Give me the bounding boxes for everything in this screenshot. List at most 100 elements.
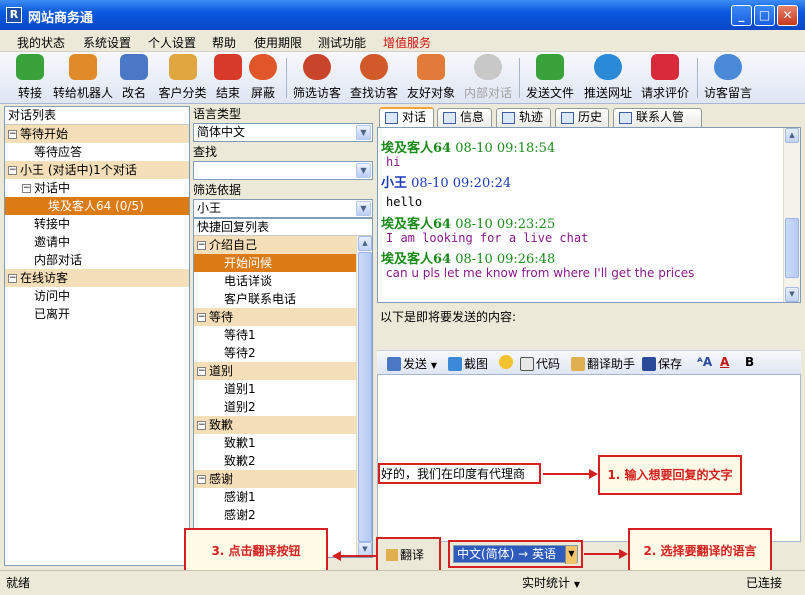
tab-track[interactable]: 轨迹 xyxy=(496,108,551,127)
block-button[interactable]: 屏蔽 xyxy=(247,54,279,102)
tree-subgroup[interactable]: − 对话中 xyxy=(5,179,189,197)
end-button[interactable]: 结束 xyxy=(212,54,244,102)
scroll-up-icon[interactable]: ▲ xyxy=(358,236,372,251)
menu-help[interactable]: 帮助 xyxy=(212,34,236,51)
friend-button[interactable]: 友好对象 xyxy=(405,54,457,102)
chevron-down-icon[interactable]: ▼ xyxy=(356,201,371,216)
tree-item-selected-visitor[interactable]: 埃及客人64 (0/5) xyxy=(5,197,189,215)
message-header: 埃及客人64 08-10 09:26:48 xyxy=(381,248,555,267)
quick-item[interactable]: 客户联系电话 xyxy=(194,290,372,308)
quick-group[interactable]: − 致歉 xyxy=(194,416,372,434)
translate-button[interactable]: 翻译 xyxy=(376,537,441,573)
tab-contacts[interactable]: 联系人管理 xyxy=(613,108,702,141)
quick-item[interactable]: 致歉2 xyxy=(194,452,372,470)
collapse-icon[interactable]: − xyxy=(8,166,17,175)
translate-language-select[interactable]: 中文(简体) → 英语 ▼ xyxy=(448,540,583,568)
quick-item[interactable]: 感谢2 xyxy=(194,506,372,524)
tab-chat[interactable]: 对话 xyxy=(379,107,434,128)
collapse-icon[interactable]: − xyxy=(197,421,206,430)
quick-item[interactable]: 道别1 xyxy=(194,380,372,398)
collapse-icon[interactable]: − xyxy=(197,241,206,250)
chevron-down-icon[interactable]: ▼ xyxy=(431,361,437,370)
collapse-icon[interactable]: − xyxy=(197,313,206,322)
maximize-button[interactable]: □ xyxy=(754,5,775,26)
sender-name: 埃及客人64 xyxy=(381,141,452,156)
chevron-down-icon[interactable]: ▼ xyxy=(565,546,577,564)
menu-expiry[interactable]: 使用期限 xyxy=(254,34,302,51)
quick-group[interactable]: − 等待 xyxy=(194,308,372,326)
quick-group[interactable]: − 感谢 xyxy=(194,470,372,488)
translate-helper-button[interactable]: 翻译助手 xyxy=(571,355,635,372)
chevron-down-icon[interactable]: ▼ xyxy=(356,125,371,140)
tree-group-online[interactable]: − 在线访客 xyxy=(5,269,189,287)
close-button[interactable]: ✕ xyxy=(777,5,798,26)
collapse-icon[interactable]: − xyxy=(197,367,206,376)
transfer-robot-button[interactable]: 转给机器人 xyxy=(52,54,114,102)
scroll-up-icon[interactable]: ▲ xyxy=(785,128,799,143)
tree-item[interactable]: 转接中 xyxy=(5,215,189,233)
bold-button[interactable]: B xyxy=(745,355,754,369)
minimize-button[interactable]: _ xyxy=(731,5,752,26)
tab-info[interactable]: 信息 xyxy=(437,108,492,127)
font-size-button[interactable]: ᴬA xyxy=(697,355,712,369)
tree-item[interactable]: 等待应答 xyxy=(5,143,189,161)
send-icon xyxy=(387,357,401,371)
push-url-button[interactable]: 推送网址 xyxy=(582,54,634,102)
scroll-down-icon[interactable]: ▼ xyxy=(785,287,799,302)
tree-item[interactable]: 已离开 xyxy=(5,305,189,323)
collapse-icon[interactable]: − xyxy=(8,274,17,283)
collapse-icon[interactable]: − xyxy=(22,184,31,193)
tab-history[interactable]: 历史 xyxy=(555,108,609,127)
quick-group[interactable]: − 道别 xyxy=(194,362,372,380)
menu-personal-settings[interactable]: 个人设置 xyxy=(148,34,196,51)
chevron-down-icon[interactable]: ▼ xyxy=(356,163,371,178)
emoji-button[interactable] xyxy=(499,355,515,369)
quick-item[interactable]: 电话详谈 xyxy=(194,272,372,290)
quick-group[interactable]: − 介绍自己 xyxy=(194,236,372,254)
filter-visitor-button[interactable]: 筛选访客 xyxy=(291,54,343,102)
send-button[interactable]: 发送 ▼ xyxy=(387,355,437,372)
window-title: 网站商务通 xyxy=(28,11,94,26)
realtime-stats-button[interactable]: 实时统计 ▼ xyxy=(522,574,580,591)
scroll-thumb[interactable] xyxy=(785,218,799,278)
quick-list-scrollbar[interactable]: ▲ ▼ xyxy=(356,236,372,557)
menu-test[interactable]: 测试功能 xyxy=(318,34,366,51)
tree-group-agent[interactable]: − 小王 (对话中)1个对话 xyxy=(5,161,189,179)
request-rating-button[interactable]: 请求评价 xyxy=(638,54,692,102)
tree-item[interactable]: 内部对话 xyxy=(5,251,189,269)
scroll-thumb[interactable] xyxy=(358,252,372,542)
menu-system-settings[interactable]: 系统设置 xyxy=(83,34,131,51)
quick-item[interactable]: 致歉1 xyxy=(194,434,372,452)
screenshot-button[interactable]: 截图 xyxy=(448,355,488,372)
tree-group-waiting[interactable]: − 等待开始 xyxy=(5,125,189,143)
font-color-button[interactable]: A xyxy=(720,355,729,369)
chat-scrollbar[interactable]: ▲ ▼ xyxy=(783,128,800,302)
transfer-button[interactable]: 转接 xyxy=(8,54,52,102)
send-file-button[interactable]: 发送文件 xyxy=(524,54,576,102)
end-icon xyxy=(214,54,242,80)
classify-button[interactable]: 客户分类 xyxy=(155,54,210,102)
message-time: 08-10 09:26:48 xyxy=(455,252,556,267)
save-button[interactable]: 保存 xyxy=(642,355,682,372)
quick-item-selected[interactable]: 开始问候 xyxy=(194,254,372,272)
collapse-icon[interactable]: − xyxy=(197,475,206,484)
find-visitor-button[interactable]: 查找访客 xyxy=(348,54,400,102)
rename-button[interactable]: 改名 xyxy=(117,54,151,102)
message-input-text[interactable]: 好的，我们在印度有代理商 xyxy=(378,463,541,484)
quick-item[interactable]: 道别2 xyxy=(194,398,372,416)
search-input[interactable]: ▼ xyxy=(193,161,373,180)
quick-item[interactable]: 等待2 xyxy=(194,344,372,362)
tree-item[interactable]: 访问中 xyxy=(5,287,189,305)
code-button[interactable]: 代码 xyxy=(520,355,560,372)
quick-item[interactable]: 感谢1 xyxy=(194,488,372,506)
quick-reply-header: 快捷回复列表 xyxy=(194,219,372,236)
visitor-message-button[interactable]: 访客留言 xyxy=(701,54,755,102)
menu-value-added[interactable]: 增值服务 xyxy=(383,34,431,51)
menu-my-status[interactable]: 我的状态 xyxy=(17,34,65,51)
filter-select[interactable]: 小王 ▼ xyxy=(193,199,373,218)
message-time: 08-10 09:20:24 xyxy=(411,176,512,191)
tree-item[interactable]: 邀请中 xyxy=(5,233,189,251)
language-select[interactable]: 简体中文 ▼ xyxy=(193,123,373,142)
quick-item[interactable]: 等待1 xyxy=(194,326,372,344)
collapse-icon[interactable]: − xyxy=(8,130,17,139)
